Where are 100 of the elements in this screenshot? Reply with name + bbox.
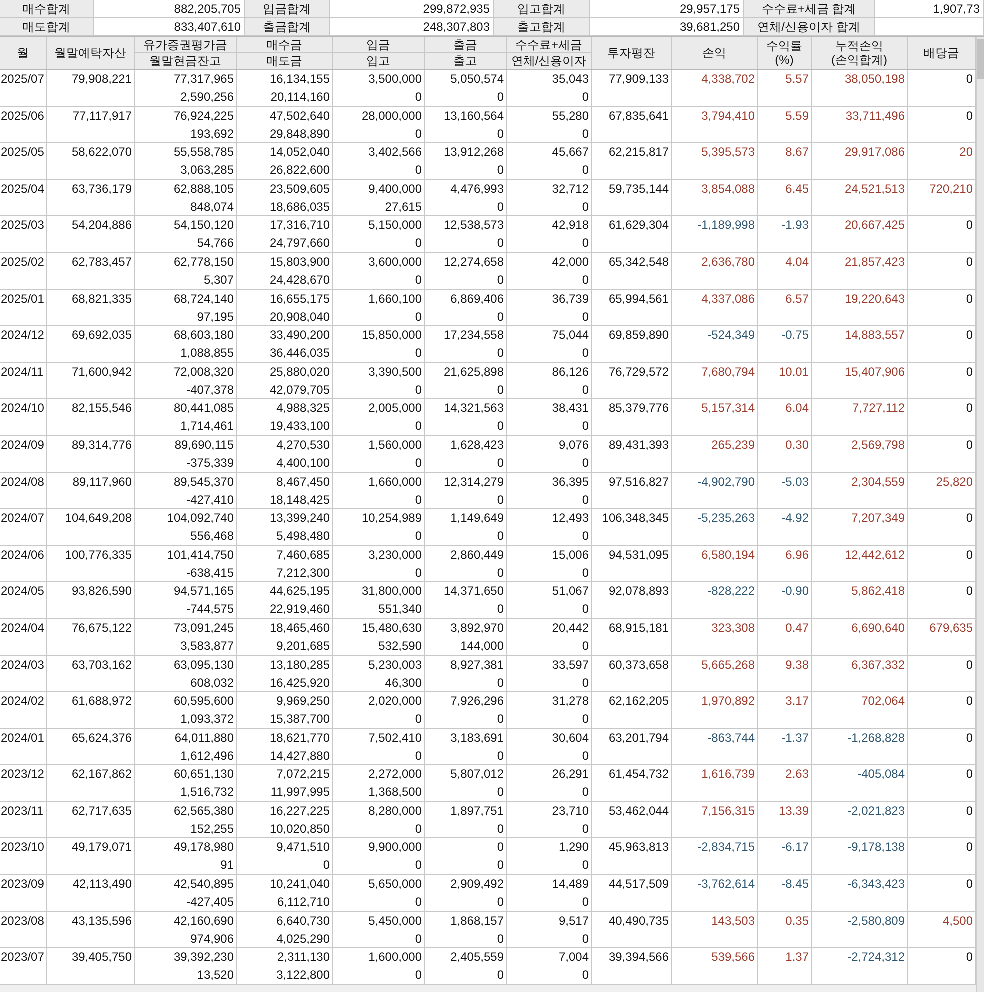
table-cell-text: -0.90 [782,583,809,600]
table-cell-text: 17,234,558 [444,327,504,344]
table-cell-text: 0 [966,839,973,856]
table-cell-text: 38,050,198 [844,71,905,88]
table-cell-text: 3,892,970 [450,620,504,637]
table-cell-text: 3,390,500 [368,364,422,381]
table-cell-text: 0 [966,583,973,600]
table-cell-text: 42,160,690 [174,912,234,930]
table-cell-text: 13,160,564 [444,108,504,125]
table-cell-text: 18,148,425 [270,492,330,509]
summary-value: 299,872,935 [330,0,494,18]
table-cell-text: 24,797,660 [270,235,330,252]
table-cell-text: 63,703,162 [72,656,132,674]
table-cell-text: -2,724,312 [848,949,905,966]
table-cell-text: 22,919,460 [270,601,330,618]
table-cell-text: 2023/12 [1,766,44,784]
table-cell-text: 2,860,449 [450,546,504,564]
table-cell-text: 16,134,155 [270,71,330,88]
table-cell-text: 71,600,942 [72,364,132,381]
table-cell-text: 14,371,650 [444,583,504,600]
table-cell-text: 1,868,157 [450,912,504,930]
table-cell-text: -638,415 [186,564,234,582]
table-cell-text: 0 [966,400,973,418]
table-cell-text: 0 [582,89,589,106]
table-cell-text: 2.63 [786,766,809,784]
table-cell-text: 106,348,345 [602,510,669,528]
table-cell-text: 539,566 [712,949,755,966]
table-cell-text: 2,909,492 [450,876,504,894]
table-cell-text: 20,442 [552,620,589,637]
table-cell-text: 6,367,332 [852,656,905,674]
table-cell-text: 89,431,393 [608,436,669,454]
table-cell-text: 0 [497,345,504,362]
table-cell-text: 0 [497,492,504,509]
table-cell-text: 72,008,320 [174,364,234,381]
table-cell-text: 0 [582,162,589,180]
table-cell-text: 6,690,640 [852,620,905,637]
table-cell-text: 10,241,040 [270,876,330,894]
table-cell-text: -3,762,614 [698,876,755,894]
table-cell-text: 31,800,000 [362,583,422,600]
column-header: 유가증권평가금 [135,37,236,53]
summary-value: 29,957,175 [590,0,744,18]
table-cell-text: 19,220,643 [844,290,905,308]
table-cell-text: 19,433,100 [270,418,330,436]
table-cell-text: 93,826,590 [72,583,132,600]
table-cell-text: 16,655,175 [270,290,330,308]
table-cell-text: 0 [497,162,504,180]
table-cell-text: 5,050,574 [450,71,504,88]
table-cell-text: 556,468 [190,528,234,546]
column-header: 누적손익 (손익합계) [832,39,888,67]
table-cell-text: 4,988,325 [276,400,330,418]
table-cell-text: 60,373,658 [608,656,669,674]
table-cell-text: 2024/05 [1,583,44,600]
table-cell-text: 143,503 [712,912,755,930]
table-cell-text: 0 [582,418,589,436]
table-cell-text: 1,560,000 [368,436,422,454]
table-cell-text: 11,997,995 [270,784,330,802]
table-cell-text: 1,093,372 [180,711,234,728]
table-cell-text: 65,342,548 [608,254,669,271]
table-cell-text: 76,924,225 [174,108,234,125]
table-cell-text: 63,736,179 [72,180,132,198]
table-cell-text: 9,471,510 [276,839,330,856]
table-cell-text: 7,460,685 [276,546,330,564]
table-cell-text: 69,692,035 [72,327,132,344]
table-cell-text: 193,692 [190,126,234,143]
table-cell-text: 65,994,561 [608,290,669,308]
table-cell-text: 0 [966,656,973,674]
table-cell-text: 5,807,012 [450,766,504,784]
table-cell-text: 2024/02 [1,693,44,710]
table-cell-text: 0 [582,638,589,655]
table-cell-text: 15,387,700 [270,711,330,728]
table-cell-text: -2,834,715 [698,839,755,856]
table-cell-text: 5,665,268 [702,656,755,674]
table-cell-text: 5,862,418 [852,583,905,600]
scrollbar[interactable] [976,37,984,992]
table-cell-text: 26,822,600 [270,162,330,180]
table-cell-text: 77,909,133 [608,71,669,88]
table-cell-text: 54,766 [197,235,234,252]
summary-label: 매수합계 [0,0,94,18]
table-cell-text: 679,635 [930,620,973,637]
table-cell-text: 0 [497,784,504,802]
column-header: 입고 [366,53,392,69]
table-cell-text: 0 [415,89,422,106]
table-cell-text: 0.47 [786,620,809,637]
column-header: 월말예탁자산 [54,46,126,60]
summary-label: 연체/신용이자 합계 [744,18,875,36]
table-cell-text: 82,155,546 [72,400,132,418]
table-cell-text: 16,425,920 [270,674,330,692]
table-cell-text: 61,454,732 [608,766,669,784]
table-cell-text: 33,711,496 [846,108,905,125]
table-cell-text: 89,690,115 [174,436,234,454]
table-cell-text: 23,509,605 [270,180,330,198]
table-cell-text: 0.30 [786,436,809,454]
summary-label: 출금합계 [245,18,330,36]
column-header: 입금 [333,37,424,53]
table-cell-text: 20,114,160 [270,89,330,106]
table-cell-text: 60,651,130 [174,766,234,784]
table-cell-text: 15,803,900 [270,254,330,271]
table-cell-text: 13,180,285 [270,656,330,674]
table-cell-text: 0 [582,345,589,362]
table-cell-text: 2024/10 [1,400,44,418]
